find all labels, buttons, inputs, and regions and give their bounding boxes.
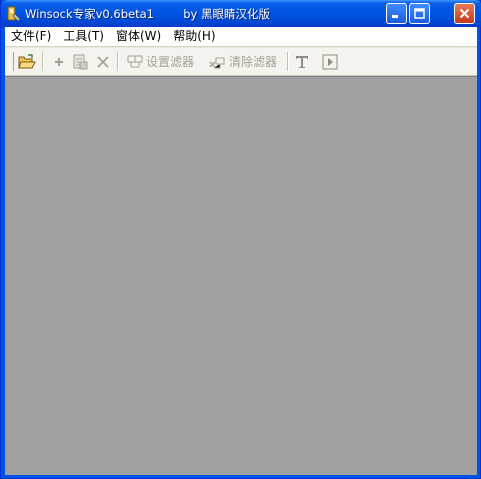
menu-file[interactable]: 文件(F) (5, 27, 57, 46)
menu-tools[interactable]: 工具(T) (57, 27, 110, 46)
toolbar-grip[interactable] (9, 52, 14, 71)
minimize-icon (392, 15, 398, 18)
document-edit-icon (73, 54, 88, 69)
add-button[interactable] (53, 51, 65, 72)
text-T-icon (296, 55, 308, 68)
app-icon (7, 6, 21, 22)
set-filter-icon (127, 55, 143, 67)
toolbar: 设置滤器 清除滤器 (5, 48, 477, 76)
maximize-button[interactable] (409, 3, 430, 24)
menu-window[interactable]: 窗体(W) (110, 27, 167, 46)
maximize-icon (414, 8, 425, 19)
window-title: Winsock专家v0.6beta1 by 黑眼睛汉化版 (25, 7, 270, 21)
set-filter-label: 设置滤器 (146, 55, 195, 69)
close-button[interactable] (454, 3, 475, 24)
toolbar-separator (42, 52, 44, 71)
edit-button[interactable] (71, 51, 89, 72)
menu-help[interactable]: 帮助(H) (167, 27, 221, 46)
title-bar[interactable]: Winsock专家v0.6beta1 by 黑眼睛汉化版 (1, 0, 481, 27)
delete-button[interactable] (96, 51, 110, 72)
play-icon (322, 54, 338, 69)
toolbar-separator (287, 52, 289, 71)
menu-divider (5, 46, 477, 47)
folder-open-icon (18, 53, 36, 68)
minimize-button[interactable] (386, 3, 407, 24)
set-filter-button[interactable]: 设置滤器 (127, 51, 194, 72)
clear-filter-button[interactable]: 清除滤器 (208, 51, 277, 72)
mdi-workspace[interactable] (5, 76, 477, 475)
open-button[interactable] (18, 51, 36, 72)
plus-icon (55, 57, 63, 66)
text-button[interactable] (295, 51, 309, 72)
menu-bar: 文件(F) 工具(T) 窗体(W) 帮助(H) (5, 27, 477, 46)
toolbar-separator (117, 52, 119, 71)
x-icon (97, 55, 109, 68)
clear-filter-icon (209, 57, 225, 68)
play-button[interactable] (322, 51, 338, 72)
close-icon (459, 8, 470, 19)
client-area: 文件(F) 工具(T) 窗体(W) 帮助(H) 设置滤器 清除滤器 (5, 27, 477, 475)
main-window: Winsock专家v0.6beta1 by 黑眼睛汉化版 文件(F) 工具(T)… (0, 0, 481, 479)
clear-filter-label: 清除滤器 (229, 55, 278, 69)
